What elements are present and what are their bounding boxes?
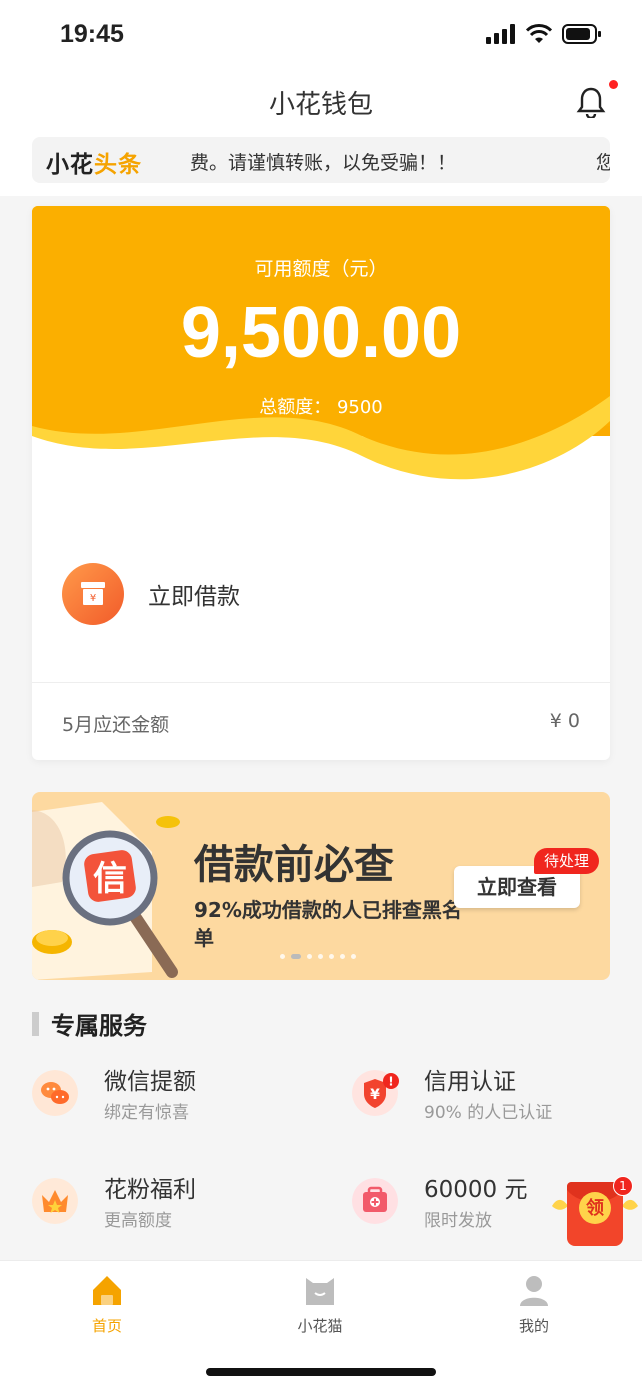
battery-icon bbox=[562, 24, 601, 44]
total-credit-label: 总额度： bbox=[259, 397, 332, 418]
svg-text:¥: ¥ bbox=[90, 593, 96, 604]
wechat-icon bbox=[32, 1070, 78, 1116]
money-box-icon bbox=[352, 1178, 398, 1224]
home-indicator[interactable] bbox=[206, 1368, 436, 1376]
status-icons bbox=[486, 24, 602, 44]
pending-badge: 待处理 bbox=[534, 848, 600, 874]
banner-title: 借款前必查 bbox=[194, 842, 394, 888]
crown-icon bbox=[32, 1178, 78, 1224]
alert-badge-icon: ! bbox=[383, 1073, 399, 1089]
borrow-icon: ¥ bbox=[62, 563, 124, 625]
ticker-logo-part2: 头条 bbox=[94, 152, 142, 178]
tab-home[interactable]: 首页 bbox=[47, 1273, 167, 1336]
tab-label: 小花猫 bbox=[297, 1317, 343, 1335]
card-divider bbox=[32, 682, 610, 683]
borrow-now-label: 立即借款 bbox=[148, 584, 240, 610]
ticker-text: 费。请谨慎转账，以免受骗！！ bbox=[190, 152, 457, 174]
user-icon bbox=[520, 1276, 548, 1306]
wifi-icon bbox=[526, 24, 552, 43]
service-title: 花粉福利 bbox=[104, 1177, 196, 1203]
total-credit-row: 总额度： 9500 bbox=[32, 393, 610, 419]
service-subtitle: 90% 的人已认证 bbox=[424, 1103, 553, 1123]
ticker-logo-part1: 小花 bbox=[46, 152, 94, 178]
pagination-dot[interactable] bbox=[329, 954, 334, 959]
ticker-text-tail: 您 bbox=[596, 152, 610, 174]
service-title: 信用认证 bbox=[424, 1069, 516, 1095]
blacklist-check-banner[interactable]: 信 借款前必查 92%成功借款的人已排查黑名单 立即查看 待处理 bbox=[32, 792, 610, 980]
tab-label: 首页 bbox=[91, 1317, 122, 1335]
top-nav-bar: 小花钱包 bbox=[0, 72, 642, 134]
banner-subtitle: 92%成功借款的人已排查黑名单 bbox=[194, 898, 462, 950]
pagination-dot[interactable] bbox=[351, 954, 356, 959]
service-subtitle: 更高额度 bbox=[104, 1211, 172, 1231]
service-fan-benefits[interactable]: 花粉福利 更高额度 bbox=[32, 1170, 322, 1240]
pagination-dot[interactable] bbox=[307, 954, 312, 959]
signal-icon bbox=[486, 24, 515, 44]
service-title: 60000 元 bbox=[424, 1177, 528, 1203]
section-title-text: 专属服务 bbox=[51, 1012, 147, 1040]
tab-label: 我的 bbox=[518, 1317, 549, 1335]
bell-icon[interactable] bbox=[576, 86, 606, 118]
pagination-dot-active[interactable] bbox=[291, 954, 301, 959]
ticker-logo: 小花头条 bbox=[46, 145, 142, 179]
service-credit-cert[interactable]: ¥ ! 信用认证 90% 的人已认证 bbox=[352, 1062, 642, 1132]
news-ticker[interactable]: 小花头条 费。请谨慎转账，以免受骗！！ 您 bbox=[32, 137, 610, 183]
monthly-due-label: 5月应还金额 bbox=[62, 714, 170, 736]
credit-card: 可用额度（元） 9,500.00 总额度： 9500 ¥ 立即借款 5月应还金额… bbox=[32, 206, 610, 760]
banner-illustration: 信 bbox=[32, 802, 180, 980]
service-subtitle: 限时发放 bbox=[424, 1211, 492, 1231]
notification-dot bbox=[609, 80, 618, 89]
tab-me[interactable]: 我的 bbox=[474, 1273, 594, 1336]
pagination-dot[interactable] bbox=[318, 954, 323, 959]
monthly-due-value: ¥ 0 bbox=[549, 710, 580, 732]
pagination-dot[interactable] bbox=[280, 954, 285, 959]
red-packet-badge: 1 bbox=[613, 1176, 633, 1196]
banner-pagination bbox=[280, 954, 356, 959]
exclusive-services-heading: 专属服务 bbox=[32, 1006, 147, 1041]
available-credit-amount: 9,500.00 bbox=[180, 293, 462, 373]
page-title: 小花钱包 bbox=[268, 90, 373, 120]
red-packet-label: 领 bbox=[586, 1198, 604, 1219]
svg-text:信: 信 bbox=[93, 859, 127, 899]
tab-cat[interactable]: 小花猫 bbox=[260, 1273, 380, 1336]
svg-text:¥: ¥ bbox=[370, 1087, 380, 1103]
borrow-now-button[interactable]: ¥ 立即借款 bbox=[62, 562, 342, 626]
section-bar bbox=[32, 1011, 39, 1036]
floating-red-packet[interactable]: 领 1 bbox=[550, 1176, 640, 1248]
ticker-section: 小花头条 费。请谨慎转账，以免受骗！！ 您 bbox=[0, 134, 642, 196]
svg-text:!: ! bbox=[388, 1075, 393, 1089]
service-subtitle: 绑定有惊喜 bbox=[104, 1103, 189, 1123]
home-icon bbox=[93, 1276, 121, 1305]
pagination-dot[interactable] bbox=[340, 954, 345, 959]
available-credit-label: 可用额度（元） bbox=[254, 258, 388, 280]
status-bar: 19:45 bbox=[0, 0, 642, 72]
status-time: 19:45 bbox=[60, 20, 124, 48]
service-title: 微信提额 bbox=[104, 1069, 196, 1095]
total-credit-value: 9500 bbox=[336, 397, 383, 418]
service-wechat-limit[interactable]: 微信提额 绑定有惊喜 bbox=[32, 1062, 322, 1132]
cat-icon bbox=[306, 1278, 334, 1305]
